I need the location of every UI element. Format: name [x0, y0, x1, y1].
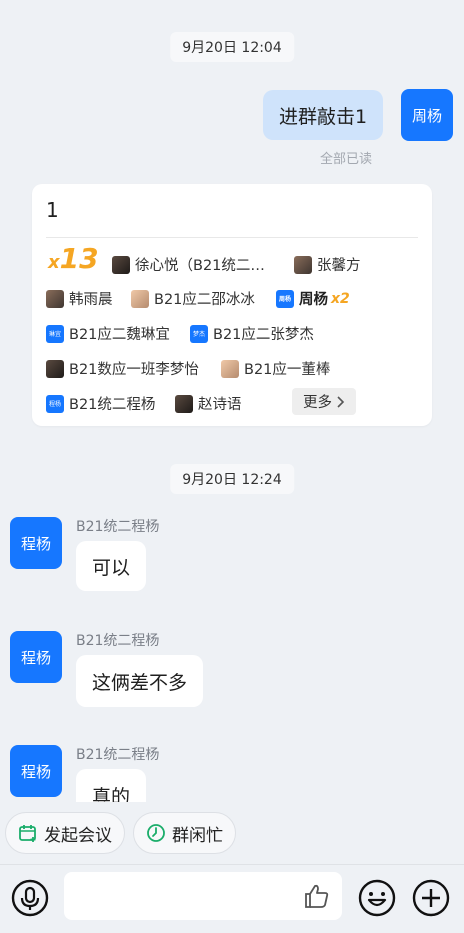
microphone-icon: [11, 879, 49, 917]
my-avatar[interactable]: 周杨: [401, 89, 453, 141]
reactor[interactable]: 赵诗语: [175, 393, 242, 414]
message-bubble[interactable]: 这俩差不多: [76, 655, 204, 707]
my-message-bubble[interactable]: 进群敲击1: [263, 90, 384, 140]
sender-name: B21统二程杨: [76, 633, 160, 649]
avatar: 周杨: [276, 289, 294, 308]
sender-name: B21统二程杨: [76, 747, 160, 763]
reaction-card[interactable]: 1 x13 徐心悦（B21统二… 张馨方 韩雨晨 B21应二邵冰冰 周杨 周杨 …: [32, 184, 432, 426]
emoji-button[interactable]: [357, 878, 397, 918]
reaction-count: x13: [48, 242, 99, 275]
avatar: [294, 255, 312, 274]
add-button[interactable]: [411, 878, 451, 918]
message-bubble[interactable]: 可以: [76, 541, 147, 591]
avatar: 梦杰: [190, 324, 208, 343]
avatar: [46, 359, 64, 378]
group-busy-button[interactable]: 群闲忙: [133, 812, 236, 854]
reactor[interactable]: 琳宜 B21应二魏琳宜: [46, 323, 170, 344]
reactor[interactable]: 张馨方: [294, 254, 361, 275]
reactor[interactable]: 徐心悦（B21统二…: [112, 254, 265, 275]
message-input[interactable]: [64, 872, 342, 920]
avatar: [221, 359, 239, 378]
reactor[interactable]: 韩雨晨: [46, 288, 113, 309]
avatar: [112, 255, 130, 274]
clock-icon: [147, 824, 165, 842]
avatar: [46, 289, 64, 308]
plus-icon: [412, 879, 450, 917]
read-status[interactable]: 全部已读: [320, 148, 372, 167]
avatar: [175, 394, 193, 413]
sender-avatar[interactable]: 程杨: [10, 631, 62, 683]
sender-name: B21统二程杨: [76, 519, 160, 535]
card-message-text: 1: [46, 198, 59, 222]
emoji-icon: [358, 879, 396, 917]
divider: [46, 237, 418, 238]
reactor[interactable]: B21应一董棒: [221, 358, 330, 379]
reactor[interactable]: B21数应一班李梦怡: [46, 358, 199, 379]
thumbs-up-icon[interactable]: [302, 882, 330, 910]
message-clip: 真的: [76, 769, 196, 802]
reactor[interactable]: B21应二邵冰冰: [131, 288, 255, 309]
voice-button[interactable]: [10, 878, 50, 918]
reaction-multiplier: x2: [331, 290, 350, 307]
timestamp: 9月20日 12:24: [170, 464, 294, 494]
reactor[interactable]: 周杨 周杨 x2: [276, 288, 350, 309]
more-reactors-button[interactable]: 更多: [292, 388, 356, 415]
sender-avatar[interactable]: 程杨: [10, 517, 62, 569]
calendar-add-icon: [19, 825, 36, 842]
sender-avatar[interactable]: 程杨: [10, 745, 62, 797]
avatar: [131, 289, 149, 308]
timestamp: 9月20日 12:04: [170, 32, 294, 62]
avatar: 琳宜: [46, 324, 64, 343]
reactor[interactable]: 梦杰 B21应二张梦杰: [190, 323, 314, 344]
message-bubble[interactable]: 真的: [76, 769, 147, 802]
chevron-right-icon: [337, 395, 345, 408]
start-meeting-button[interactable]: 发起会议: [5, 812, 125, 854]
reactor[interactable]: 程杨 B21统二程杨: [46, 393, 155, 414]
avatar: 程杨: [46, 394, 64, 413]
